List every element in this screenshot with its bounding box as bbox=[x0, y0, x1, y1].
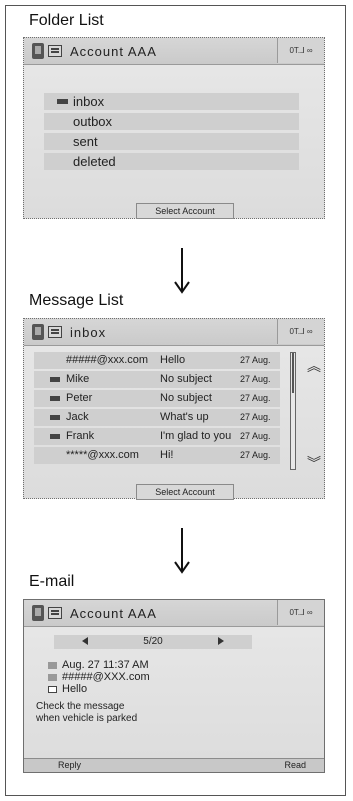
email-from-line: #####@XXX.com bbox=[48, 671, 150, 683]
message-row[interactable]: Peter No subject 27 Aug. bbox=[34, 390, 280, 407]
message-list-screen: inbox 0T.⅃ ∞ #####@xxx.com Hello 27 Aug.… bbox=[23, 318, 325, 500]
message-from: Frank bbox=[66, 430, 95, 442]
account-title: Account AAA bbox=[70, 605, 157, 621]
folder-label: outbox bbox=[73, 114, 113, 129]
message-row[interactable]: Frank I'm glad to you 27 Aug. bbox=[34, 428, 280, 445]
down-arrow-icon bbox=[174, 528, 190, 574]
select-account-button[interactable]: Select Account bbox=[136, 484, 234, 500]
section-title-message-list: Message List bbox=[29, 292, 124, 309]
message-date: 27 Aug. bbox=[240, 412, 271, 422]
unread-bullet-icon bbox=[50, 396, 60, 401]
email-from: #####@XXX.com bbox=[62, 671, 150, 683]
message-date: 27 Aug. bbox=[240, 450, 271, 460]
subject-icon bbox=[48, 685, 57, 693]
section-title-folder-list: Folder List bbox=[29, 12, 104, 29]
message-from: Jack bbox=[66, 411, 89, 423]
message-subject: Hello bbox=[160, 354, 186, 366]
folder-label: sent bbox=[73, 134, 98, 149]
folder-item-sent[interactable]: sent bbox=[44, 133, 299, 150]
account-title: Account AAA bbox=[70, 43, 157, 59]
email-action-bar: Reply Read bbox=[24, 758, 324, 772]
message-row[interactable]: #####@xxx.com Hello 27 Aug. bbox=[34, 352, 280, 369]
message-subject: Hi! bbox=[160, 449, 174, 461]
down-arrow-icon bbox=[174, 248, 190, 294]
mail-icon bbox=[48, 326, 62, 338]
scroll-down-icon[interactable]: ︾ bbox=[307, 456, 321, 470]
folder-title: inbox bbox=[70, 324, 107, 340]
section-title-email: E-mail bbox=[29, 573, 75, 590]
message-row[interactable]: Jack What's up 27 Aug. bbox=[34, 409, 280, 426]
message-date: 27 Aug. bbox=[240, 393, 271, 403]
message-list-topbar: inbox 0T.⅃ ∞ bbox=[24, 319, 324, 346]
scrollbar[interactable] bbox=[290, 352, 296, 470]
email-screen: Account AAA 0T.⅃ ∞ 5/20 Aug. 27 11:37 AM… bbox=[23, 599, 325, 773]
select-account-button[interactable]: Select Account bbox=[136, 203, 234, 219]
read-button[interactable]: Read bbox=[284, 760, 306, 770]
message-navigation: 5/20 bbox=[54, 635, 252, 649]
message-date: 27 Aug. bbox=[240, 431, 271, 441]
email-body-line: when vehicle is parked bbox=[36, 713, 138, 724]
next-message-icon[interactable] bbox=[218, 637, 224, 645]
phone-icon bbox=[32, 324, 44, 340]
email-date: Aug. 27 11:37 AM bbox=[62, 659, 149, 671]
selected-bullet-icon bbox=[57, 99, 68, 104]
folder-item-deleted[interactable]: deleted bbox=[44, 153, 299, 170]
message-date: 27 Aug. bbox=[240, 355, 271, 365]
message-subject: No subject bbox=[160, 392, 212, 404]
folder-label: deleted bbox=[73, 154, 116, 169]
message-row[interactable]: Mike No subject 27 Aug. bbox=[34, 371, 280, 388]
message-subject: What's up bbox=[160, 411, 209, 423]
status-indicator: 0T.⅃ ∞ bbox=[277, 38, 324, 63]
email-body-line: Check the message bbox=[36, 701, 125, 712]
email-subject-line: Hello bbox=[48, 683, 87, 695]
unread-bullet-icon bbox=[50, 434, 60, 439]
status-indicator: 0T.⅃ ∞ bbox=[277, 600, 324, 625]
folder-list-topbar: Account AAA 0T.⅃ ∞ bbox=[24, 38, 324, 65]
email-topbar: Account AAA 0T.⅃ ∞ bbox=[24, 600, 324, 627]
phone-icon bbox=[32, 43, 44, 59]
message-from: Mike bbox=[66, 373, 90, 385]
message-subject: I'm glad to you bbox=[160, 430, 232, 442]
message-date: 27 Aug. bbox=[240, 374, 271, 384]
folder-item-inbox[interactable]: inbox bbox=[44, 93, 299, 110]
email-body: Check the message when vehicle is parked bbox=[36, 701, 137, 725]
email-subject: Hello bbox=[62, 683, 88, 695]
email-date-line: Aug. 27 11:37 AM bbox=[48, 659, 149, 671]
clock-icon bbox=[48, 661, 57, 669]
message-subject: No subject bbox=[160, 373, 212, 385]
message-row[interactable]: *****@xxx.com Hi! 27 Aug. bbox=[34, 447, 280, 464]
folder-label: inbox bbox=[73, 94, 105, 109]
message-from: *****@xxx.com bbox=[66, 449, 139, 461]
folder-list-screen: Account AAA 0T.⅃ ∞ inbox outbox sent del… bbox=[23, 37, 325, 219]
scroll-up-icon[interactable]: ︽ bbox=[307, 359, 321, 373]
sender-icon bbox=[48, 673, 57, 681]
phone-icon bbox=[32, 605, 44, 621]
scrollbar-thumb[interactable] bbox=[292, 353, 294, 393]
unread-bullet-icon bbox=[50, 415, 60, 420]
folder-item-outbox[interactable]: outbox bbox=[44, 113, 299, 130]
mail-icon bbox=[48, 45, 62, 57]
reply-button[interactable]: Reply bbox=[58, 760, 81, 770]
message-from: #####@xxx.com bbox=[66, 354, 149, 366]
mail-icon bbox=[48, 607, 62, 619]
status-indicator: 0T.⅃ ∞ bbox=[277, 319, 324, 344]
message-from: Peter bbox=[66, 392, 93, 404]
unread-bullet-icon bbox=[50, 377, 60, 382]
